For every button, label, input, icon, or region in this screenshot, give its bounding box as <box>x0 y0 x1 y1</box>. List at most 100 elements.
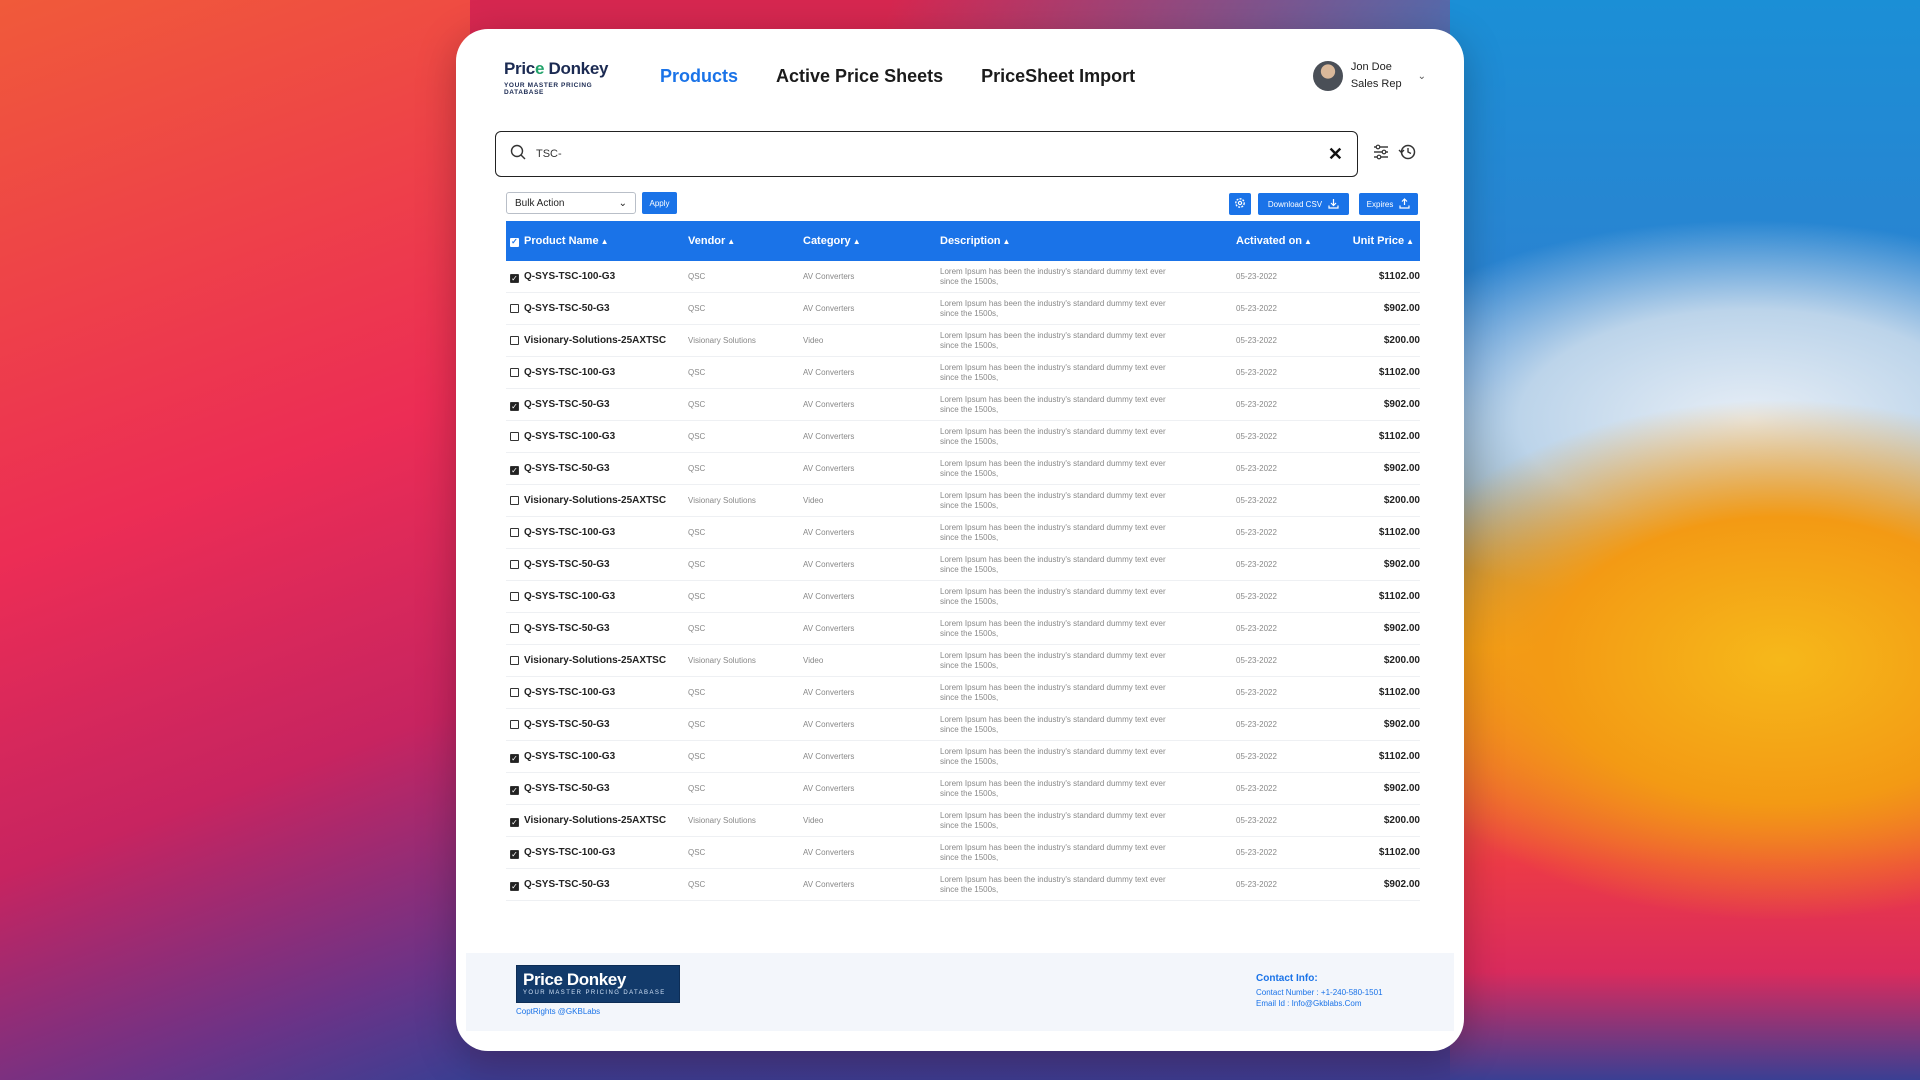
search-bar[interactable]: TSC- ✕ <box>495 131 1358 177</box>
row-checkbox-cell: ✓ <box>506 844 524 862</box>
history-icon[interactable] <box>1398 143 1416 166</box>
category-cell: Video <box>803 816 824 825</box>
col-product-name[interactable]: Product Name ▲ <box>524 235 688 247</box>
product-name-cell: Q-SYS-TSC-100-G3 <box>524 271 616 282</box>
description-cell: Lorem Ipsum has been the industry's stan… <box>940 458 1166 478</box>
table-row[interactable]: Visionary-Solutions-25AXTSC Visionary Sol… <box>506 485 1420 517</box>
row-checkbox-cell <box>506 332 524 350</box>
download-csv-button[interactable]: Download CSV <box>1258 193 1349 215</box>
activated-on-cell: 05-23-2022 <box>1236 720 1277 729</box>
close-icon[interactable]: ✕ <box>1328 144 1343 165</box>
table-row[interactable]: Q-SYS-TSC-100-G3 QSC AV Converters Lorem Ip… <box>506 421 1420 453</box>
row-checkbox[interactable] <box>510 687 519 697</box>
table-row[interactable]: ✓ Q-SYS-TSC-100-G3 QSC AV Converters Lorem I… <box>506 261 1420 293</box>
table-row[interactable]: Q-SYS-TSC-50-G3 QSC AV Converters Lorem Ips… <box>506 293 1420 325</box>
row-checkbox[interactable] <box>510 495 519 505</box>
bulk-action-label: Bulk Action <box>515 197 565 209</box>
nav-products[interactable]: Products <box>660 66 738 87</box>
table-row[interactable]: ✓ Q-SYS-TSC-100-G3 QSC AV Converters Lorem I… <box>506 837 1420 869</box>
settings-button[interactable] <box>1229 193 1251 215</box>
row-checkbox-cell <box>506 684 524 702</box>
row-checkbox[interactable]: ✓ <box>510 850 519 859</box>
category-cell: Video <box>803 656 824 665</box>
table-row[interactable]: Q-SYS-TSC-50-G3 QSC AV Converters Lorem Ips… <box>506 549 1420 581</box>
search-input[interactable]: TSC- <box>536 148 1328 160</box>
category-cell: Video <box>803 496 824 505</box>
contact-email[interactable]: Email Id : Info@Gkblabs.Com <box>1256 998 1383 1009</box>
sort-up-icon: ▲ <box>1304 237 1312 246</box>
table-row[interactable]: Q-SYS-TSC-100-G3 QSC AV Converters Lorem Ip… <box>506 677 1420 709</box>
table-row[interactable]: ✓ Q-SYS-TSC-50-G3 QSC AV Converters Lorem Ip… <box>506 389 1420 421</box>
footer-logo-name: Price Donkey <box>523 970 626 989</box>
row-checkbox-cell <box>506 300 524 318</box>
row-checkbox[interactable] <box>510 303 519 313</box>
select-all-checkbox[interactable]: ✓ <box>510 237 519 247</box>
product-name-cell: Q-SYS-TSC-50-G3 <box>524 303 610 314</box>
category-cell: AV Converters <box>803 624 855 633</box>
row-checkbox[interactable]: ✓ <box>510 882 519 891</box>
row-checkbox[interactable]: ✓ <box>510 786 519 795</box>
table-row[interactable]: Q-SYS-TSC-100-G3 QSC AV Converters Lorem Ip… <box>506 357 1420 389</box>
row-checkbox[interactable]: ✓ <box>510 274 519 283</box>
row-checkbox[interactable] <box>510 335 519 345</box>
table-row[interactable]: ✓ Visionary-Solutions-25AXTSC Visionary So… <box>506 805 1420 837</box>
row-checkbox[interactable] <box>510 559 519 569</box>
activated-on-cell: 05-23-2022 <box>1236 592 1277 601</box>
activated-on-cell: 05-23-2022 <box>1236 880 1277 889</box>
filter-sliders-icon[interactable] <box>1372 143 1390 166</box>
upload-icon <box>1399 197 1410 211</box>
activated-on-cell: 05-23-2022 <box>1236 624 1277 633</box>
apply-button[interactable]: Apply <box>642 192 677 214</box>
avatar[interactable] <box>1312 61 1343 91</box>
product-name-cell: Visionary-Solutions-25AXTSC <box>524 815 667 826</box>
expires-button[interactable]: Expires <box>1359 193 1418 215</box>
table-row[interactable]: Q-SYS-TSC-100-G3 QSC AV Converters Lorem Ip… <box>506 581 1420 613</box>
brand-logo[interactable]: Price Donkey YOUR MASTER PRICING DATABAS… <box>504 59 624 96</box>
select-all-cell: ✓ <box>506 235 524 247</box>
product-name-cell: Q-SYS-TSC-100-G3 <box>524 687 616 698</box>
product-name-cell: Q-SYS-TSC-100-G3 <box>524 847 616 858</box>
col-description[interactable]: Description ▲ <box>940 235 1236 247</box>
table-row[interactable]: Visionary-Solutions-25AXTSC Visionary Sol… <box>506 325 1420 357</box>
col-vendor[interactable]: Vendor ▲ <box>688 235 803 247</box>
table-row[interactable]: ✓ Q-SYS-TSC-50-G3 QSC AV Converters Lorem Ip… <box>506 453 1420 485</box>
row-checkbox[interactable] <box>510 623 519 633</box>
row-checkbox[interactable] <box>510 719 519 729</box>
row-checkbox[interactable] <box>510 367 519 377</box>
col-unit-price[interactable]: Unit Price ▲ <box>1343 235 1420 247</box>
row-checkbox-cell <box>506 652 524 670</box>
table-row[interactable]: ✓ Q-SYS-TSC-100-G3 QSC AV Converters Lorem I… <box>506 741 1420 773</box>
row-checkbox[interactable]: ✓ <box>510 818 519 827</box>
table-row[interactable]: ✓ Q-SYS-TSC-50-G3 QSC AV Converters Lorem Ip… <box>506 869 1420 901</box>
nav-pricesheet-import[interactable]: PriceSheet Import <box>981 66 1135 87</box>
unit-price-cell: $902.00 <box>1383 783 1420 794</box>
row-checkbox[interactable] <box>510 655 519 665</box>
row-checkbox[interactable] <box>510 527 519 537</box>
chevron-down-icon[interactable]: ⌄ <box>1418 71 1426 82</box>
row-checkbox-cell <box>506 524 524 542</box>
row-checkbox[interactable]: ✓ <box>510 754 519 763</box>
col-category[interactable]: Category ▲ <box>803 235 940 247</box>
unit-price-cell: $902.00 <box>1383 463 1420 474</box>
unit-price-cell: $1102.00 <box>1378 751 1420 762</box>
bulk-action-select[interactable]: Bulk Action ⌄ <box>506 192 636 214</box>
contact-number: Contact Number : +1-240-580-1501 <box>1256 988 1383 997</box>
row-checkbox[interactable]: ✓ <box>510 466 519 475</box>
table-row[interactable]: ✓ Q-SYS-TSC-50-G3 QSC AV Converters Lorem Ip… <box>506 773 1420 805</box>
user-menu[interactable]: Jon Doe Sales Rep ⌄ <box>1312 59 1426 93</box>
table-row[interactable]: Q-SYS-TSC-50-G3 QSC AV Converters Lorem Ips… <box>506 709 1420 741</box>
product-name-cell: Visionary-Solutions-25AXTSC <box>524 655 667 666</box>
row-checkbox[interactable] <box>510 591 519 601</box>
category-cell: AV Converters <box>803 784 855 793</box>
table-header: ✓ Product Name ▲ Vendor ▲ Category ▲ Descri… <box>506 221 1420 261</box>
row-checkbox[interactable]: ✓ <box>510 402 519 411</box>
table-row[interactable]: Q-SYS-TSC-50-G3 QSC AV Converters Lorem Ips… <box>506 613 1420 645</box>
col-activated-on[interactable]: Activated on ▲ <box>1236 235 1343 247</box>
nav-active-price-sheets[interactable]: Active Price Sheets <box>776 66 943 87</box>
table-row[interactable]: Visionary-Solutions-25AXTSC Visionary Sol… <box>506 645 1420 677</box>
unit-price-cell: $1102.00 <box>1378 431 1420 442</box>
category-cell: AV Converters <box>803 400 855 409</box>
row-checkbox[interactable] <box>510 431 519 441</box>
table-row[interactable]: Q-SYS-TSC-100-G3 QSC AV Converters Lorem Ip… <box>506 517 1420 549</box>
row-checkbox-cell: ✓ <box>506 812 524 830</box>
